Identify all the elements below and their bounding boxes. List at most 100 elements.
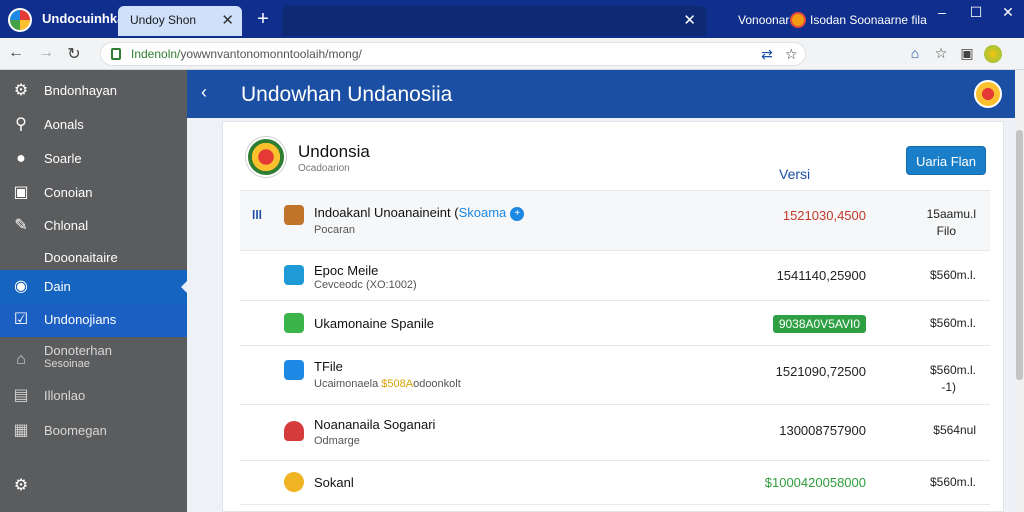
sidebar-item-2[interactable]: ● Soarle <box>0 142 187 176</box>
row-value-badge: 9038A0V5AVI0 <box>772 315 866 333</box>
row-title: Ukamonaine Spanile <box>314 316 434 331</box>
row-subtitle: Odmarge <box>314 435 360 447</box>
table-row[interactable]: lll Indoakanl Unoanaineint (Skoama + Poca… <box>240 191 990 251</box>
row-value: 1541140,25900 <box>776 268 866 283</box>
reload-icon[interactable]: ↻ <box>64 44 84 64</box>
sidebar-settings[interactable]: ⚙ <box>0 469 187 503</box>
sheet-icon <box>284 313 304 333</box>
row-value: 1521030,4500 <box>782 208 866 223</box>
sidebar-item-8[interactable]: ⌂ Donoterhan Sesoinae <box>0 340 187 380</box>
row-size: $564nul <box>933 423 976 437</box>
row-size-secondary: -1) <box>941 380 956 394</box>
tab-third-favicon-icon <box>790 12 806 28</box>
sidebar-item-10[interactable]: ▦ Boomegan <box>0 414 187 448</box>
table-row[interactable]: Epoc Meile Cevceodc (XO:1002) 1541140,25… <box>240 251 990 301</box>
row-tag[interactable]: Skoama <box>459 205 507 220</box>
row-size: $560m.l. <box>929 268 976 282</box>
row-size-secondary: Filo <box>936 224 956 238</box>
sidebar-item-3[interactable]: ▣ Conoian <box>0 176 187 210</box>
tab-second-label: Vonoonar <box>738 13 790 27</box>
scrollbar-thumb[interactable] <box>1016 130 1023 380</box>
row-title: Epoc Meile <box>314 263 379 278</box>
row-size: $560m.l. <box>929 363 976 377</box>
version-column-header: Versi <box>779 166 811 182</box>
key-icon: ⚲ <box>15 116 27 133</box>
row-size: 15aamu.l <box>926 207 976 221</box>
translate-icon[interactable]: ⇄ <box>761 46 773 63</box>
tab-third[interactable]: Isodan Soonaarne fila <box>790 6 927 36</box>
sidebar-item-4[interactable]: ✎ Chlonal <box>0 209 187 243</box>
document-icon: ▦ <box>13 422 29 439</box>
sidebar-item-label: Conoian <box>44 185 93 200</box>
org-name: Undonsia <box>298 142 370 161</box>
wrench-icon: ✎ <box>14 217 28 234</box>
coin-icon <box>284 472 304 492</box>
sidebar-item-1[interactable]: ⚲ Aonals <box>0 108 187 142</box>
row-size: $560m.l. <box>929 475 976 489</box>
sidebar-item-7[interactable]: ☑ Undonojians <box>0 303 187 337</box>
drag-handle-icon[interactable]: lll <box>252 208 262 222</box>
tab-close-icon[interactable]: ✕ <box>221 11 234 29</box>
sidebar-item-label: Bndonhayan <box>44 83 118 98</box>
lock-icon <box>111 48 121 60</box>
table-row[interactable]: Sokanl $1000420058000 $560m.l. <box>240 461 990 505</box>
tab-blank-close-icon[interactable]: ✕ <box>683 11 696 29</box>
maximize-button[interactable]: ☐ <box>966 4 986 21</box>
back-arrow-icon[interactable]: ← <box>6 44 26 62</box>
avatar[interactable] <box>974 80 1002 108</box>
sidebar-item-label: Soarle <box>44 151 82 166</box>
monitor-icon: ☑ <box>13 311 29 328</box>
sidebar-item-label: Undonojians <box>44 312 117 327</box>
row-title: TFile <box>314 359 343 374</box>
extensions-icon[interactable]: ▣ <box>958 45 976 62</box>
favorites-icon[interactable]: ☆ <box>932 45 950 62</box>
tab-active[interactable]: Undoy Shon ✕ <box>118 6 242 36</box>
profile-avatar[interactable] <box>984 45 1002 63</box>
row-value: 1521090,72500 <box>775 364 866 379</box>
sidebar-item-label: Boomegan <box>44 423 107 438</box>
sidebar-item-9[interactable]: ▤ Illonlao <box>0 379 187 413</box>
lock-icon: ▤ <box>13 387 29 404</box>
puzzle-icon <box>284 360 304 380</box>
minimize-button[interactable]: – <box>932 4 952 20</box>
sidebar-item-0[interactable]: ⚙ Bndonhayan <box>0 74 187 108</box>
info-icon[interactable]: + <box>510 207 525 221</box>
row-size: $560m.l. <box>929 316 976 330</box>
table-row[interactable]: TFile Ucaimonaela $508Aodoonkolt 1521090… <box>240 346 990 405</box>
url-input[interactable]: Indenoln/yowwnvantonomonntoolaih/mong/ ⇄… <box>100 42 806 66</box>
dashboard-icon: ◉ <box>14 278 28 295</box>
org-subtitle: Ocadoarion <box>298 163 350 174</box>
url-text: Indenoln/yowwnvantonomonntoolaih/mong/ <box>131 47 362 61</box>
home-icon: ⌂ <box>16 351 26 368</box>
primary-action-button[interactable]: Uaria Flan <box>906 146 986 175</box>
table-row[interactable]: Noananaila Soganari Odmarge 130008757900… <box>240 405 990 461</box>
row-title: Noananaila Soganari <box>314 417 436 432</box>
bookmark-star-icon[interactable]: ☆ <box>785 46 798 63</box>
row-subtitle: Ucaimonaela $508Aodoonkolt <box>314 378 461 390</box>
sidebar-item-label: Illonlao <box>44 388 86 403</box>
sidebar-item-label: Aonals <box>44 117 84 132</box>
box-icon: ▣ <box>13 184 29 201</box>
chat-icon: ● <box>16 150 26 167</box>
address-bar: ← → ↻ Indenoln/yowwnvantonomonntoolaih/m… <box>0 38 1024 70</box>
browser-tab-strip: Undocuinhkan Undoy Shon ✕ + ✕ Vonoonar I… <box>0 0 1024 38</box>
org-logo-icon <box>246 137 286 177</box>
sidebar-item-sublabel: Sesoinae <box>44 358 90 370</box>
sidebar-item-label: Donoterhan <box>44 343 112 358</box>
table-row[interactable]: Ukamonaine Spanile 9038A0V5AVI0 $560m.l. <box>240 301 990 346</box>
tab-active-label: Undoy Shon <box>130 13 197 27</box>
settings-icon: ⚙ <box>13 477 29 494</box>
sidebar-section-label: Dooonaitaire <box>44 250 118 265</box>
sidebar-item-label: Dain <box>44 279 71 294</box>
row-subtitle: Cevceodc (XO:1002) <box>314 279 417 291</box>
new-tab-button[interactable]: + <box>252 8 274 31</box>
forward-arrow-icon[interactable]: → <box>36 44 56 62</box>
app-logo-icon <box>8 8 32 32</box>
close-window-button[interactable]: ✕ <box>998 4 1018 21</box>
row-value: $1000420058000 <box>764 475 866 490</box>
tab-blank[interactable]: ✕ <box>282 6 706 36</box>
file-icon <box>284 265 304 285</box>
sidebar-item-6[interactable]: ◉ Dain <box>0 270 187 304</box>
back-chevron-icon[interactable]: ‹ <box>201 82 207 103</box>
home-toolbar-icon[interactable]: ⌂ <box>906 45 924 61</box>
